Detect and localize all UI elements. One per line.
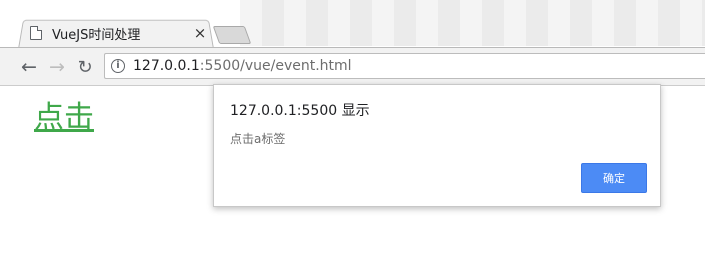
reload-icon[interactable]: ↻ — [73, 55, 97, 79]
close-icon[interactable]: × — [192, 24, 208, 42]
browser-toolbar: ← → ↻ i 127.0.0.1 :5500/vue/event.html — [0, 47, 705, 86]
dialog-message: 点击a标签 — [230, 132, 286, 146]
url-path: :5500/vue/event.html — [199, 58, 352, 74]
back-arrow-icon[interactable]: ← — [17, 55, 41, 79]
page-icon — [30, 26, 42, 40]
tab-strip-background — [240, 0, 705, 46]
tab-strip: VueJS时间处理 × — [0, 0, 705, 49]
click-link[interactable]: 点击 — [34, 92, 94, 136]
info-icon[interactable]: i — [111, 59, 125, 73]
url-host: 127.0.0.1 — [133, 58, 200, 74]
tab-title: VueJS时间处理 — [52, 27, 141, 43]
new-tab-button[interactable] — [212, 26, 252, 44]
dialog-title: 127.0.0.1:5500 显示 — [230, 103, 370, 119]
forward-arrow-icon[interactable]: → — [45, 55, 69, 79]
tab-active[interactable]: VueJS时间处理 × — [28, 22, 210, 44]
address-bar[interactable]: i 127.0.0.1 :5500/vue/event.html — [104, 53, 705, 79]
ok-button[interactable]: 确定 — [581, 163, 647, 193]
alert-dialog: 127.0.0.1:5500 显示 点击a标签 确定 — [213, 84, 661, 207]
